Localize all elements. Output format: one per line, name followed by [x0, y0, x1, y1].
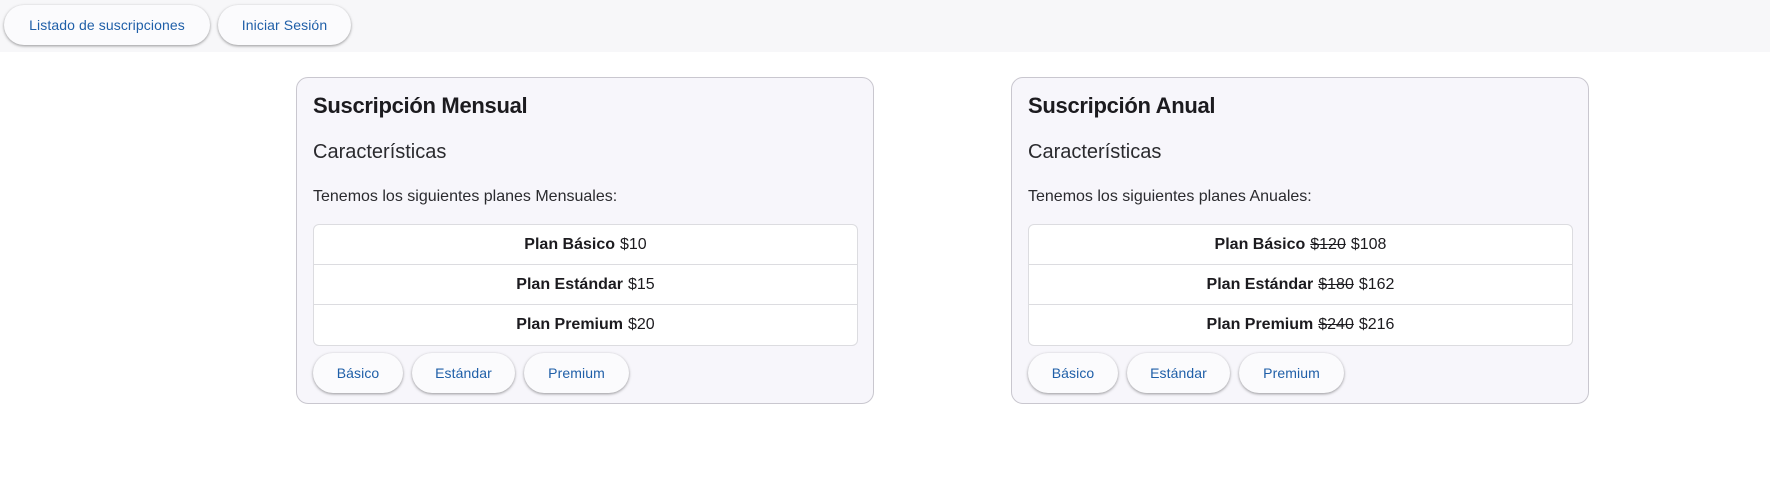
plan-old-price: $240 [1318, 316, 1354, 333]
plan-name: Plan Básico [1214, 235, 1306, 253]
plan-row-premium: Plan Premium $20 [314, 305, 857, 345]
plan-row-basic: Plan Básico $10 [314, 225, 857, 265]
monthly-premium-button[interactable]: Premium [524, 353, 629, 393]
plan-old-price: $180 [1318, 275, 1354, 293]
annual-basic-button[interactable]: Básico [1028, 353, 1118, 393]
plan-price: $15 [628, 275, 655, 293]
plan-row-basic: Plan Básico $120 $108 [1029, 225, 1572, 265]
card-title: Suscripción Mensual [313, 93, 528, 118]
plan-name: Plan Estándar [516, 275, 623, 293]
plan-price: $10 [620, 235, 647, 253]
plan-old-price: $120 [1310, 235, 1346, 253]
top-nav-bar: Listado de suscripciones Iniciar Sesión [0, 0, 1770, 52]
card-subtitle: Características [1028, 141, 1162, 163]
annual-standard-button[interactable]: Estándar [1127, 353, 1230, 393]
plan-price: $216 [1358, 316, 1395, 333]
plan-price: $108 [1350, 235, 1387, 253]
annual-subscription-card: Suscripción Anual Características Tenemo… [1011, 77, 1589, 404]
plan-price: $162 [1358, 275, 1395, 293]
plan-row-standard: Plan Estándar $180 $162 [1029, 265, 1572, 305]
plan-row-standard: Plan Estándar $15 [314, 265, 857, 305]
plan-list: Plan Básico $120 $108 Plan Estándar $180… [1028, 224, 1573, 346]
plan-name: Plan Básico [524, 235, 615, 253]
card-description: Tenemos los siguientes planes Mensuales: [313, 188, 618, 205]
plan-price: $20 [628, 316, 655, 333]
monthly-standard-button[interactable]: Estándar [412, 353, 515, 393]
annual-premium-button[interactable]: Premium [1239, 353, 1344, 393]
card-subtitle: Características [313, 141, 447, 163]
plan-name: Plan Premium [516, 316, 623, 333]
card-title: Suscripción Anual [1028, 93, 1216, 118]
login-button[interactable]: Iniciar Sesión [218, 5, 351, 45]
plan-row-premium: Plan Premium $240 $216 [1029, 305, 1572, 345]
subscriptions-list-button[interactable]: Listado de suscripciones [4, 5, 210, 45]
monthly-basic-button[interactable]: Básico [313, 353, 403, 393]
plan-name: Plan Estándar [1206, 275, 1314, 293]
plan-name: Plan Premium [1206, 316, 1314, 333]
card-description: Tenemos los siguientes planes Anuales: [1028, 188, 1312, 205]
plan-list: Plan Básico $10 Plan Estándar $15 Plan P… [313, 224, 858, 346]
monthly-subscription-card: Suscripción Mensual Características Tene… [296, 77, 874, 404]
